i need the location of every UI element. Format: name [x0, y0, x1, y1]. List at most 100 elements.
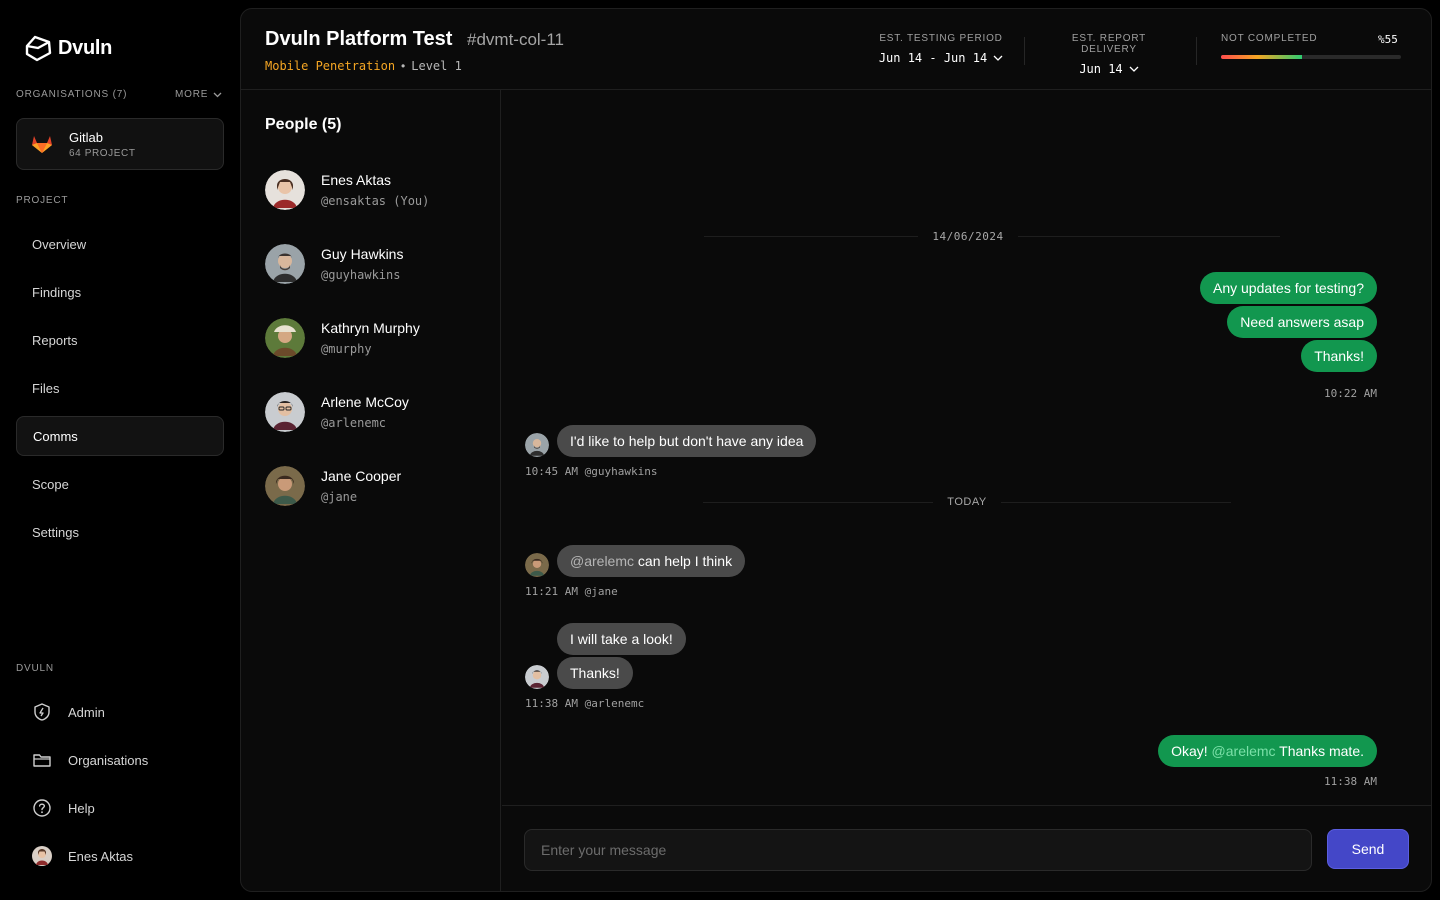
message-timestamp: 11:21 AM: [525, 585, 578, 598]
report-delivery-value: Jun 14: [1079, 62, 1123, 76]
avatar: [265, 392, 305, 432]
message-bubble-outgoing[interactable]: Need answers asap: [1227, 306, 1377, 338]
project-level: Level 1: [411, 59, 462, 73]
nav-user-label: Enes Aktas: [68, 848, 134, 864]
message-text: can help I think: [634, 553, 733, 569]
completion-progress-fill: [1221, 55, 1302, 59]
organisation-info: Gitlab 64 PROJECT: [69, 130, 136, 159]
message-bubble-incoming[interactable]: I'd like to help but don't have any idea: [557, 425, 817, 457]
person-handle: @jane: [321, 490, 358, 504]
dvuln-section-label: DVULN: [16, 663, 54, 674]
organisations-label: ORGANISATIONS (7): [16, 89, 128, 100]
more-label: MORE: [175, 89, 209, 100]
message-timestamp: 11:38 AM: [1324, 775, 1377, 788]
avatar: [265, 244, 305, 284]
person-details: Guy Hawkins @guyhawkins: [321, 246, 403, 282]
report-delivery: EST. REPORT DELIVERY Jun 14: [1047, 33, 1171, 76]
message-bubble-outgoing[interactable]: Any updates for testing?: [1200, 272, 1377, 304]
person-name: Kathryn Murphy: [321, 320, 420, 336]
message-timestamp: 11:38 AM: [525, 697, 578, 710]
nav-help-label: Help: [68, 800, 95, 816]
person-details: Arlene McCoy @arlenemc: [321, 394, 409, 430]
testing-period-label: EST. TESTING PERIOD: [879, 33, 1003, 44]
organisation-project-count: 64 PROJECT: [69, 147, 136, 159]
people-panel: People (5) Enes Aktas @ensaktas (You) Gu…: [241, 90, 501, 891]
avatar: [265, 170, 305, 210]
nav-admin-label: Admin: [68, 704, 105, 720]
person-item[interactable]: Enes Aktas @ensaktas (You): [265, 170, 429, 210]
header-divider: [1196, 37, 1197, 65]
nav-overview[interactable]: Overview: [16, 224, 224, 264]
send-button[interactable]: Send: [1327, 829, 1409, 869]
divider-line: [703, 501, 934, 503]
message-mention[interactable]: @arelemc: [570, 553, 634, 569]
date-divider: TODAY: [702, 496, 1232, 508]
organisation-card[interactable]: Gitlab 64 PROJECT: [16, 118, 224, 170]
message-composer: Send: [502, 805, 1431, 891]
chat-thread[interactable]: 14/06/2024 Any updates for testing? Need…: [502, 90, 1431, 812]
message-bubble-incoming[interactable]: @arelemc can help I think: [557, 545, 746, 577]
person-handle: @ensaktas (You): [321, 194, 430, 208]
message-text: Okay!: [1171, 743, 1212, 759]
project-meta: Mobile Penetration • Level 1: [265, 59, 462, 73]
completion-status: NOT COMPLETED: [1221, 33, 1401, 44]
message-bubble-incoming[interactable]: I will take a look!: [557, 623, 686, 655]
date-divider-label: 14/06/2024: [932, 230, 1004, 243]
header-divider: [1024, 37, 1025, 65]
project-code: #dvmt-col-11: [467, 30, 564, 49]
person-details: Kathryn Murphy @murphy: [321, 320, 420, 356]
project-header: Dvuln Platform Test #dvmt-col-11 Mobile …: [241, 9, 1431, 90]
nav-settings[interactable]: Settings: [16, 512, 224, 552]
date-divider-label: TODAY: [947, 496, 987, 508]
divider-line: [1017, 236, 1280, 237]
completion-status-label: NOT COMPLETED: [1221, 33, 1318, 44]
avatar: [525, 553, 549, 577]
message-bubble-outgoing[interactable]: Thanks!: [1301, 340, 1377, 372]
message-bubble-incoming[interactable]: Thanks!: [557, 657, 633, 689]
message-meta: 10:45 AM @guyhawkins: [525, 465, 657, 478]
date-divider: 14/06/2024: [702, 230, 1282, 243]
nav-files[interactable]: Files: [16, 368, 224, 408]
nav-comms[interactable]: Comms: [16, 416, 224, 456]
testing-period-dropdown[interactable]: Jun 14 - Jun 14: [873, 51, 1009, 65]
people-title: People (5): [265, 116, 342, 133]
project-section-label: PROJECT: [16, 195, 69, 206]
nav-user-profile[interactable]: Enes Aktas: [16, 836, 224, 876]
nav-help[interactable]: Help: [16, 788, 224, 828]
message-mention[interactable]: @arelemc: [1212, 743, 1276, 759]
person-item[interactable]: Jane Cooper @jane: [265, 466, 401, 506]
person-name: Enes Aktas: [321, 172, 392, 188]
nav-scope[interactable]: Scope: [16, 464, 224, 504]
gitlab-logo-icon: [32, 136, 52, 153]
person-handle: @arlenemc: [321, 416, 387, 430]
more-organisations-button[interactable]: MORE: [175, 89, 222, 100]
app-name: Dvuln: [58, 36, 113, 59]
app-logo[interactable]: Dvuln: [24, 34, 112, 62]
nav-findings[interactable]: Findings: [16, 272, 224, 312]
person-name: Arlene McCoy: [321, 394, 409, 410]
person-item[interactable]: Arlene McCoy @arlenemc: [265, 392, 409, 432]
shield-icon: [34, 703, 50, 721]
person-item[interactable]: Guy Hawkins @guyhawkins: [265, 244, 403, 284]
message-input[interactable]: [524, 829, 1312, 871]
avatar: [265, 466, 305, 506]
meta-separator: •: [401, 59, 406, 73]
message-author: @arlenemc: [584, 697, 645, 710]
completion-percent: %55: [1378, 33, 1398, 46]
nav-organisations[interactable]: Organisations: [16, 740, 224, 780]
user-avatar: [32, 846, 52, 866]
report-delivery-dropdown[interactable]: Jun 14: [1047, 62, 1171, 76]
person-item[interactable]: Kathryn Murphy @murphy: [265, 318, 420, 358]
message-bubble-outgoing[interactable]: Okay! @arelemc Thanks mate.: [1158, 735, 1377, 767]
person-details: Jane Cooper @jane: [321, 468, 401, 504]
nav-reports[interactable]: Reports: [16, 320, 224, 360]
message-text: Thanks mate.: [1275, 743, 1364, 759]
nav-admin[interactable]: Admin: [16, 692, 224, 732]
chevron-down-icon: [1129, 66, 1139, 72]
avatar: [525, 665, 549, 689]
help-icon: [33, 799, 51, 817]
person-name: Guy Hawkins: [321, 246, 404, 262]
person-name: Jane Cooper: [321, 468, 402, 484]
nav-organisations-label: Organisations: [68, 752, 149, 768]
project-type: Mobile Penetration: [265, 59, 396, 73]
